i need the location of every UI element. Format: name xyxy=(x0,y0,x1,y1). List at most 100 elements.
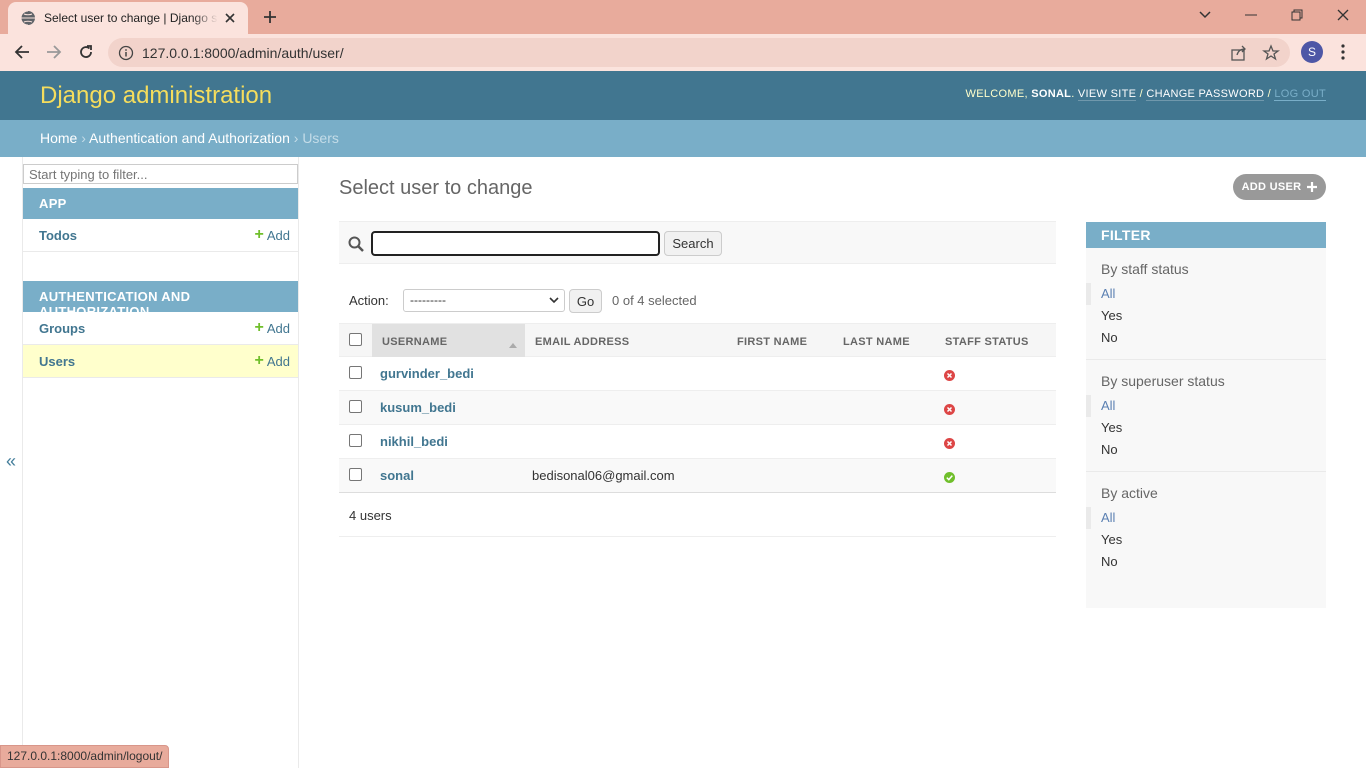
site-info-icon[interactable] xyxy=(118,45,134,61)
filter-group-title: By active xyxy=(1101,485,1158,501)
plus-icon: + xyxy=(254,226,264,243)
table-row: kusum_bedi xyxy=(339,391,1056,425)
username-link[interactable]: sonal xyxy=(380,468,414,483)
minimize-icon[interactable] xyxy=(1228,0,1274,30)
reload-icon[interactable] xyxy=(73,39,99,65)
username-link[interactable]: nikhil_bedi xyxy=(380,434,448,449)
action-label: Action: xyxy=(349,293,389,308)
row-checkbox[interactable] xyxy=(349,434,362,447)
log-out-link[interactable]: LOG OUT xyxy=(1274,88,1326,101)
column-last-name[interactable]: LAST NAME xyxy=(843,336,910,348)
chevron-down-icon xyxy=(548,294,560,306)
page-title: Select user to change xyxy=(339,177,533,199)
browser-toolbar: 127.0.0.1:8000/admin/auth/user/ S xyxy=(0,34,1366,71)
filter-group-staff: By staff status All Yes No xyxy=(1086,248,1326,360)
url-text: 127.0.0.1:8000/admin/auth/user/ xyxy=(142,45,344,61)
paginator: 4 users xyxy=(339,492,1056,537)
filter-option-all[interactable]: All xyxy=(1086,395,1326,417)
search-toolbar: Search xyxy=(339,221,1056,264)
staff-status-no-icon xyxy=(944,369,955,381)
filter-option-all[interactable]: All xyxy=(1086,507,1326,529)
sidebar-toggle-strip[interactable]: « xyxy=(0,157,23,768)
action-select[interactable]: --------- xyxy=(403,289,565,312)
forward-arrow-icon[interactable] xyxy=(41,39,67,65)
select-all-checkbox[interactable] xyxy=(349,333,362,346)
results-table: USERNAME EMAIL ADDRESS FIRST NAME LAST N… xyxy=(339,323,1056,493)
table-row: nikhil_bedi xyxy=(339,425,1056,459)
restore-icon[interactable] xyxy=(1274,0,1320,30)
collapse-sidebar-icon[interactable]: « xyxy=(6,451,16,472)
add-label: Add xyxy=(266,227,290,243)
search-button[interactable]: Search xyxy=(664,231,722,256)
site-header: Django administration WELCOME, SONAL. VI… xyxy=(0,71,1366,120)
sidebar-item-todos: Todos + Add xyxy=(23,219,298,252)
plus-icon: + xyxy=(254,352,264,369)
separator: / xyxy=(1267,88,1272,100)
module-caption[interactable]: APP xyxy=(23,188,298,219)
filter-option-no[interactable]: No xyxy=(1086,327,1326,349)
share-icon[interactable] xyxy=(1230,44,1248,62)
email-cell: bedisonal06@gmail.com xyxy=(532,468,675,483)
sidebar-item-users: Users + Add xyxy=(23,345,298,378)
column-email[interactable]: EMAIL ADDRESS xyxy=(535,336,629,348)
column-first-name[interactable]: FIRST NAME xyxy=(737,336,807,348)
add-user-button[interactable]: ADD USER xyxy=(1233,174,1326,200)
breadcrumb-separator: › xyxy=(81,130,86,146)
filter-option-no[interactable]: No xyxy=(1086,439,1326,461)
actions-bar: Action: --------- Go 0 of 4 selected xyxy=(339,287,1056,315)
bookmark-star-icon[interactable] xyxy=(1262,44,1280,62)
row-checkbox[interactable] xyxy=(349,468,362,481)
sidebar-item-label[interactable]: Groups xyxy=(39,321,85,336)
site-branding[interactable]: Django administration xyxy=(40,82,272,110)
add-user-link[interactable]: + Add xyxy=(255,353,290,369)
filter-option-yes[interactable]: Yes xyxy=(1086,305,1326,327)
filter-group-title: By superuser status xyxy=(1101,373,1225,389)
close-window-icon[interactable] xyxy=(1320,0,1366,30)
view-site-link[interactable]: VIEW SITE xyxy=(1077,88,1137,101)
change-password-link[interactable]: CHANGE PASSWORD xyxy=(1146,88,1265,101)
staff-status-no-icon xyxy=(944,403,955,415)
browser-tabstrip: Select user to change | Django site admi… xyxy=(0,0,1366,34)
username-link[interactable]: kusum_bedi xyxy=(380,400,456,415)
breadcrumb-app[interactable]: Authentication and Authorization xyxy=(89,130,290,146)
plus-icon: + xyxy=(254,319,264,336)
filter-option-yes[interactable]: Yes xyxy=(1086,529,1326,551)
close-tab-icon[interactable] xyxy=(222,10,238,26)
row-checkbox[interactable] xyxy=(349,366,362,379)
plus-icon xyxy=(1307,179,1318,195)
column-staff-status[interactable]: STAFF STATUS xyxy=(945,336,1029,348)
browser-tab[interactable]: Select user to change | Django site admi… xyxy=(8,2,248,34)
add-todo-link[interactable]: + Add xyxy=(255,227,290,243)
action-selected-value: --------- xyxy=(410,293,446,307)
selection-counter: 0 of 4 selected xyxy=(612,293,697,308)
sort-ascending-icon[interactable] xyxy=(509,339,517,348)
breadcrumb-home[interactable]: Home xyxy=(40,130,77,146)
sidebar-item-label[interactable]: Todos xyxy=(39,228,77,243)
profile-avatar[interactable]: S xyxy=(1301,41,1323,63)
filter-option-yes[interactable]: Yes xyxy=(1086,417,1326,439)
search-input[interactable] xyxy=(371,231,660,256)
username-link[interactable]: gurvinder_bedi xyxy=(380,366,474,381)
search-icon xyxy=(348,236,364,252)
nav-filter-input[interactable] xyxy=(23,164,298,184)
back-arrow-icon[interactable] xyxy=(9,39,35,65)
tab-search-icon[interactable] xyxy=(1182,0,1228,30)
breadcrumb: Home › Authentication and Authorization … xyxy=(0,120,1366,157)
add-label: Add xyxy=(266,320,290,336)
address-bar[interactable]: 127.0.0.1:8000/admin/auth/user/ xyxy=(108,38,1290,67)
module-caption[interactable]: AUTHENTICATION AND AUTHORIZATION xyxy=(23,281,298,319)
sidebar-item-label[interactable]: Users xyxy=(39,354,75,369)
add-group-link[interactable]: + Add xyxy=(255,320,290,336)
globe-icon xyxy=(20,10,36,26)
kebab-menu-icon[interactable] xyxy=(1334,42,1352,62)
user-tools: WELCOME, SONAL. VIEW SITE / CHANGE PASSW… xyxy=(965,88,1326,101)
column-username[interactable]: USERNAME xyxy=(382,336,447,348)
row-checkbox[interactable] xyxy=(349,400,362,413)
go-button[interactable]: Go xyxy=(569,289,602,313)
filter-option-all[interactable]: All xyxy=(1086,283,1326,305)
table-header: USERNAME EMAIL ADDRESS FIRST NAME LAST N… xyxy=(339,323,1056,357)
filter-option-no[interactable]: No xyxy=(1086,551,1326,573)
separator: / xyxy=(1139,88,1143,100)
staff-status-no-icon xyxy=(944,437,955,449)
new-tab-button[interactable] xyxy=(258,6,282,28)
